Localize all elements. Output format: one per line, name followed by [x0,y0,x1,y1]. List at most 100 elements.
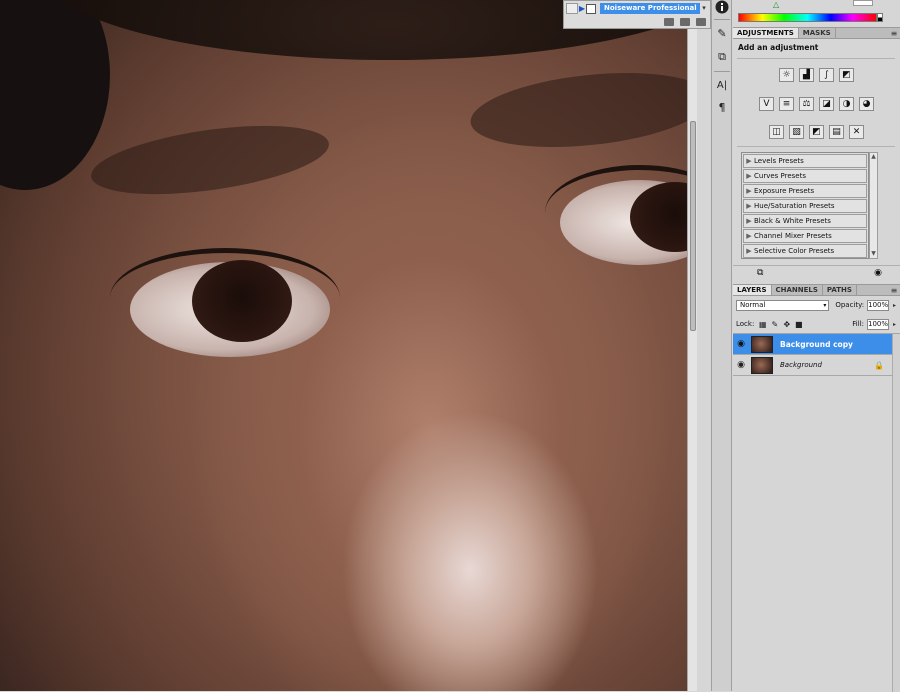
vibrance-icon[interactable]: V [759,97,774,111]
layer-row[interactable]: ◉ Background copy [733,334,892,355]
levels-icon[interactable]: ▟ [799,68,814,82]
posterize-icon[interactable]: ▧ [789,125,804,139]
expand-arrow-icon[interactable]: ▶ [744,217,754,225]
expand-arrow-icon[interactable]: ▶ [744,202,754,210]
exposure-icon[interactable]: ◩ [839,68,854,82]
lock-position-icon[interactable]: ✥ [782,320,791,329]
list-item[interactable]: ▶ Channel Mixer Presets [743,229,867,243]
invert-icon[interactable]: ◫ [769,125,784,139]
threshold-icon[interactable]: ◩ [809,125,824,139]
photo-filter-icon[interactable]: ◑ [839,97,854,111]
opacity-label: Opacity: [835,301,865,309]
trash-icon[interactable] [696,18,706,26]
character-icon[interactable]: A| [714,78,730,94]
expand-arrow-icon[interactable]: ▶ [744,247,754,255]
black-white-swatch[interactable] [877,13,883,22]
blend-mode-select[interactable]: Normal ▾ [736,299,830,311]
eye-icon[interactable]: ◉ [733,339,749,349]
preset-label: Curves Presets [754,172,806,180]
adjustment-icons-row-2: V ≡ ⚖ ◪ ◑ ◕ [733,97,900,111]
right-panels: △ ADJUSTMENTS MASKS ≡ Add an adjustment … [733,0,900,692]
black-white-icon[interactable]: ◪ [819,97,834,111]
photo-left-lid [110,248,340,348]
scroll-down-icon[interactable]: ▼ [870,250,877,258]
brightness-contrast-icon[interactable]: ☼ [779,68,794,82]
action-item-icon [586,3,596,14]
clone-source-icon[interactable]: ⧉ [714,49,730,65]
tab-channels[interactable]: CHANNELS [772,285,823,295]
paragraph-icon[interactable]: ¶ [714,100,730,116]
adjustments-divider [737,58,895,59]
brush-tool-icon[interactable]: ✎ [714,26,730,42]
photo-right-brow [466,62,697,158]
toggle-visibility-icon[interactable]: ◉ [874,268,882,278]
panel-menu-icon[interactable]: ≡ [888,285,900,295]
tab-masks[interactable]: MASKS [799,28,836,38]
opacity-slider-arrow-icon[interactable]: ▸ [891,300,898,311]
layer-row[interactable]: ◉ Background 🔒 [733,355,892,376]
document-canvas[interactable] [0,0,697,691]
curves-icon[interactable]: ∫ [819,68,834,82]
chevron-down-icon[interactable]: ▾ [700,3,708,14]
photo-hair [0,0,110,190]
lock-icon: 🔒 [874,360,884,370]
list-item[interactable]: ▶ Black & White Presets [743,214,867,228]
preset-label: Hue/Saturation Presets [754,202,835,210]
expand-arrow-icon[interactable]: ▶ [744,157,754,165]
color-value-box[interactable] [853,0,873,6]
fill-slider-arrow-icon[interactable]: ▸ [891,319,898,330]
fill-label: Fill: [852,320,864,328]
lock-transparency-icon[interactable]: ▦ [758,320,767,329]
lock-all-icon[interactable]: ■ [794,320,803,329]
list-item[interactable]: ▶ Exposure Presets [743,184,867,198]
panel-dock-strip: ✎ ⧉ A| ¶ [711,0,732,691]
filmstrip-icon[interactable] [664,18,674,26]
tab-paths[interactable]: PATHS [823,285,857,295]
hue-saturation-icon[interactable]: ≡ [779,97,794,111]
blend-row: Normal ▾ Opacity: 100% ▸ [736,299,898,311]
preset-label: Levels Presets [754,157,804,165]
chevron-down-icon: ▾ [823,301,827,309]
camera-icon[interactable] [680,18,690,26]
color-balance-icon[interactable]: ⚖ [799,97,814,111]
noiseware-row[interactable]: ▶ Noiseware Professional ▾ [566,3,708,14]
preset-label: Exposure Presets [754,187,815,195]
scroll-up-icon[interactable]: ▲ [870,153,877,161]
presets-scrollbar[interactable]: ▲ ▼ [869,152,878,259]
list-item[interactable]: ▶ Curves Presets [743,169,867,183]
color-spectrum-bar[interactable] [738,13,877,22]
tab-adjustments[interactable]: ADJUSTMENTS [733,28,799,38]
photo-right-lid [545,165,697,260]
adjustment-icons-row-1: ☼ ▟ ∫ ◩ [733,68,900,82]
selective-color-icon[interactable]: ✕ [849,125,864,139]
channel-mixer-icon[interactable]: ◕ [859,97,874,111]
adjustment-icons-row-3: ◫ ▧ ◩ ▤ ✕ [733,125,900,139]
expand-arrow-icon[interactable]: ▶ [744,187,754,195]
info-icon[interactable] [714,0,730,16]
expand-arrow-icon[interactable]: ▶ [744,232,754,240]
eye-icon[interactable]: ◉ [733,360,749,370]
noiseware-label[interactable]: Noiseware Professional [600,3,700,14]
fill-field[interactable]: 100% [867,318,889,330]
photo-left-brow [86,113,334,207]
tab-layers[interactable]: LAYERS [733,285,772,295]
gradient-map-icon[interactable]: ▤ [829,125,844,139]
opacity-field[interactable]: 100% [867,299,890,311]
expand-arrow-icon[interactable]: ▶ [744,172,754,180]
adjustments-tabbar: ADJUSTMENTS MASKS ≡ [733,27,900,39]
gamut-warning-icon[interactable]: △ [773,0,779,9]
play-icon[interactable]: ▶ [578,3,586,14]
layer-thumbnail [751,335,773,353]
lock-pixels-icon[interactable]: ✎ [770,320,779,329]
layers-scrollbar[interactable] [892,334,900,692]
layers-tabbar: LAYERS CHANNELS PATHS ≡ [733,284,900,296]
list-item[interactable]: ▶ Selective Color Presets [743,244,867,258]
clip-to-layer-icon[interactable]: ⧉ [757,268,763,278]
layer-name: Background [780,361,822,369]
canvas-scroll-thumb[interactable] [690,121,696,331]
list-item[interactable]: ▶ Levels Presets [743,154,867,168]
toggle-visibility-box[interactable] [566,3,578,14]
panel-menu-icon[interactable]: ≡ [888,28,900,38]
canvas-vertical-scrollbar[interactable] [687,11,697,691]
list-item[interactable]: ▶ Hue/Saturation Presets [743,199,867,213]
